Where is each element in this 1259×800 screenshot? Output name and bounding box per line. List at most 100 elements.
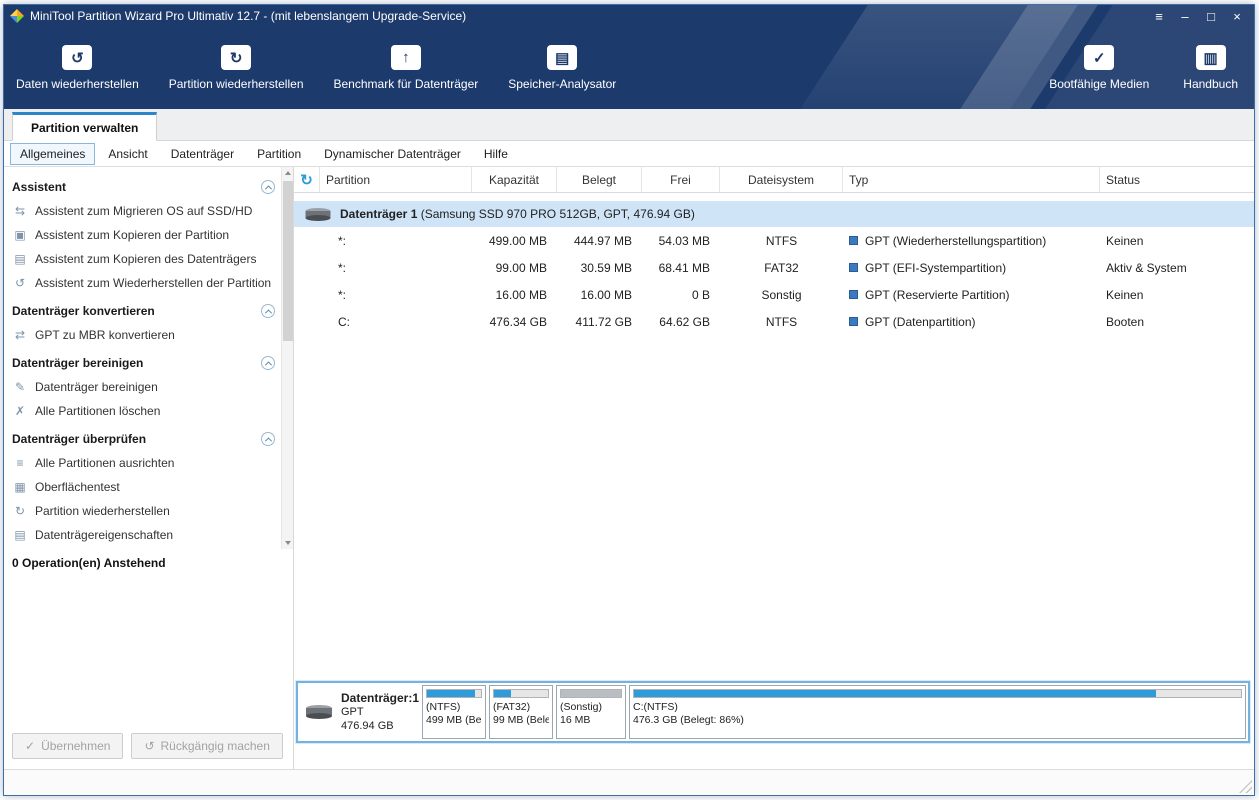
- usage-bar: [560, 689, 622, 698]
- tab-partition-verwalten[interactable]: Partition verwalten: [12, 112, 157, 141]
- restore-partition-icon: ↺: [13, 276, 27, 290]
- sidebar-section-datentraeger-bereinigen[interactable]: Datenträger bereinigen: [4, 351, 279, 375]
- capacity-cell: 476.34 GB: [472, 315, 557, 329]
- partition-block-fs: (FAT32): [493, 701, 549, 714]
- maximize-icon[interactable]: □: [1198, 6, 1224, 26]
- disk-details: (Samsung SSD 970 PRO 512GB, GPT, 476.94 …: [421, 207, 695, 221]
- content: Assistent ⇆ Assistent zum Migrieren OS a…: [4, 167, 1254, 769]
- sidebar-item-migrate-os[interactable]: ⇆ Assistent zum Migrieren OS auf SSD/HD: [4, 199, 279, 223]
- disk-group-row[interactable]: Datenträger 1 (Samsung SSD 970 PRO 512GB…: [294, 201, 1254, 227]
- partition-block-fs: C:(NTFS): [633, 701, 1242, 714]
- type-cell: GPT (EFI-Systempartition): [865, 261, 1006, 275]
- column-header-belegt: Belegt: [557, 167, 642, 192]
- column-header-dateisystem: Dateisystem: [720, 167, 843, 192]
- partition-block-fs: (NTFS): [426, 701, 482, 714]
- disk-map-size: 476.94 GB: [341, 719, 419, 733]
- app-window: MiniTool Partition Wizard Pro Ultimativ …: [3, 4, 1255, 796]
- sidebar-item-label: Assistent zum Kopieren der Partition: [35, 228, 229, 242]
- column-header-kapazitaet: Kapazität: [472, 167, 557, 192]
- sidebar-item-gpt-zu-mbr[interactable]: ⇄ GPT zu MBR konvertieren: [4, 323, 279, 347]
- surface-test-icon: ▦: [13, 480, 27, 494]
- toolbar-item-daten-wiederherstellen[interactable]: ↺ Daten wiederherstellen: [14, 41, 141, 95]
- align-partitions-icon: ≡: [13, 456, 27, 470]
- collapse-chevron-icon[interactable]: [261, 356, 275, 370]
- resize-grip[interactable]: [1239, 780, 1252, 793]
- toolbar-item-speicher-analysator[interactable]: ▤ Speicher-Analysator: [506, 41, 618, 95]
- pending-operations-status: 0 Operation(en) Anstehend: [4, 549, 293, 574]
- collapse-chevron-icon[interactable]: [261, 432, 275, 446]
- toolbar-item-handbuch[interactable]: ▥ Handbuch: [1181, 41, 1240, 95]
- sidebar-item-datentraeger-bereinigen[interactable]: ✎ Datenträger bereinigen: [4, 375, 279, 399]
- menu-item-ansicht[interactable]: Ansicht: [98, 143, 157, 165]
- disk-map[interactable]: Datenträger:1 GPT 476.94 GB (NTFS) 499 M…: [296, 681, 1250, 743]
- scroll-down-icon[interactable]: [282, 537, 293, 549]
- collapse-chevron-icon[interactable]: [261, 180, 275, 194]
- sidebar-item-oberflaechentest[interactable]: ▦ Oberflächentest: [4, 475, 279, 499]
- diskmap-partition-recovery[interactable]: (NTFS) 499 MB (Bel: [422, 685, 486, 739]
- partition-row-c[interactable]: C: 476.34 GB 411.72 GB 64.62 GB NTFS GPT…: [294, 308, 1254, 335]
- sidebar-item-label: Alle Partitionen löschen: [35, 404, 160, 418]
- usage-bar: [426, 689, 482, 698]
- sidebar-scrollbar[interactable]: [281, 167, 293, 549]
- toolbar-item-label: Bootfähige Medien: [1049, 77, 1149, 91]
- window-menu-icon[interactable]: ≡: [1146, 6, 1172, 26]
- sidebar-item-label: Alle Partitionen ausrichten: [35, 456, 174, 470]
- disk-icon: [304, 207, 332, 222]
- gpt-legend-square: [849, 317, 858, 326]
- used-cell: 16.00 MB: [557, 288, 642, 302]
- free-cell: 64.62 GB: [642, 315, 720, 329]
- used-cell: 411.72 GB: [557, 315, 642, 329]
- toolbar-item-label: Benchmark für Datenträger: [334, 77, 479, 91]
- status-cell: Keinen: [1100, 234, 1254, 248]
- menu-item-hilfe[interactable]: Hilfe: [474, 143, 518, 165]
- partition-row-reserved[interactable]: *: 16.00 MB 16.00 MB 0 B Sonstig GPT (Re…: [294, 281, 1254, 308]
- minitool-logo-icon: [10, 9, 24, 23]
- sidebar-item-label: Assistent zum Migrieren OS auf SSD/HD: [35, 204, 252, 218]
- bootable-media-icon: ✓: [1084, 45, 1114, 70]
- sidebar-item-alle-partitionen-loeschen[interactable]: ✗ Alle Partitionen löschen: [4, 399, 279, 423]
- toolbar-item-bootfaehige-medien[interactable]: ✓ Bootfähige Medien: [1047, 41, 1151, 95]
- partition-row-efi[interactable]: *: 99.00 MB 30.59 MB 68.41 MB FAT32 GPT …: [294, 254, 1254, 281]
- minimize-icon[interactable]: –: [1172, 6, 1198, 26]
- collapse-chevron-icon[interactable]: [261, 304, 275, 318]
- used-cell: 444.97 MB: [557, 234, 642, 248]
- sidebar-section-assistent[interactable]: Assistent: [4, 175, 279, 199]
- sidebar-item-restore-partition-wizard[interactable]: ↺ Assistent zum Wiederherstellen der Par…: [4, 271, 279, 295]
- close-icon[interactable]: ×: [1224, 6, 1250, 26]
- menu-item-partition[interactable]: Partition: [247, 143, 311, 165]
- sidebar-item-label: Assistent zum Wiederherstellen der Parti…: [35, 276, 271, 290]
- menu-item-dynamischer-datentraeger[interactable]: Dynamischer Datenträger: [314, 143, 471, 165]
- section-title: Datenträger überprüfen: [12, 432, 146, 446]
- section-title: Datenträger bereinigen: [12, 356, 143, 370]
- wipe-disk-icon: ✎: [13, 380, 27, 394]
- disk-map-info[interactable]: Datenträger:1 GPT 476.94 GB: [298, 683, 420, 741]
- undo-icon: ↺: [144, 739, 154, 753]
- sidebar-section-datentraeger-konvertieren[interactable]: Datenträger konvertieren: [4, 299, 279, 323]
- refresh-icon[interactable]: ↻: [294, 167, 320, 192]
- partition-block-fs: (Sonstig): [560, 701, 622, 714]
- gpt-legend-square: [849, 236, 858, 245]
- used-cell: 30.59 MB: [557, 261, 642, 275]
- toolbar-item-benchmark[interactable]: ↑ Benchmark für Datenträger: [332, 41, 481, 95]
- sidebar-item-partition-wiederherstellen[interactable]: ↻ Partition wiederherstellen: [4, 499, 279, 523]
- sidebar-item-datentraegereigenschaften[interactable]: ▤ Datenträgereigenschaften: [4, 523, 279, 547]
- manual-icon: ▥: [1196, 45, 1226, 70]
- scroll-up-icon[interactable]: [282, 167, 293, 179]
- menu-item-datentraeger[interactable]: Datenträger: [161, 143, 244, 165]
- partition-row-recovery[interactable]: *: 499.00 MB 444.97 MB 54.03 MB NTFS GPT…: [294, 227, 1254, 254]
- sidebar-item-partitionen-ausrichten[interactable]: ≡ Alle Partitionen ausrichten: [4, 451, 279, 475]
- toolbar-item-partition-wiederherstellen[interactable]: ↻ Partition wiederherstellen: [167, 41, 306, 95]
- undo-button[interactable]: ↺ Rückgängig machen: [131, 733, 282, 759]
- diskmap-partition-efi[interactable]: (FAT32) 99 MB (Bele: [489, 685, 553, 739]
- diskmap-partition-reserved[interactable]: (Sonstig) 16 MB: [556, 685, 626, 739]
- diskmap-partition-c[interactable]: C:(NTFS) 476.3 GB (Belegt: 86%): [629, 685, 1246, 739]
- column-header-frei: Frei: [642, 167, 720, 192]
- menu-item-allgemeines[interactable]: Allgemeines: [10, 143, 95, 165]
- sidebar-item-copy-partition[interactable]: ▣ Assistent zum Kopieren der Partition: [4, 223, 279, 247]
- scrollbar-thumb[interactable]: [283, 181, 293, 341]
- partition-block-size: 499 MB (Bel: [426, 714, 482, 727]
- sidebar-item-copy-disk[interactable]: ▤ Assistent zum Kopieren des Datenträger…: [4, 247, 279, 271]
- sidebar-section-datentraeger-ueberpruefen[interactable]: Datenträger überprüfen: [4, 427, 279, 451]
- apply-button[interactable]: ✓ Übernehmen: [12, 733, 123, 759]
- usage-bar: [633, 689, 1242, 698]
